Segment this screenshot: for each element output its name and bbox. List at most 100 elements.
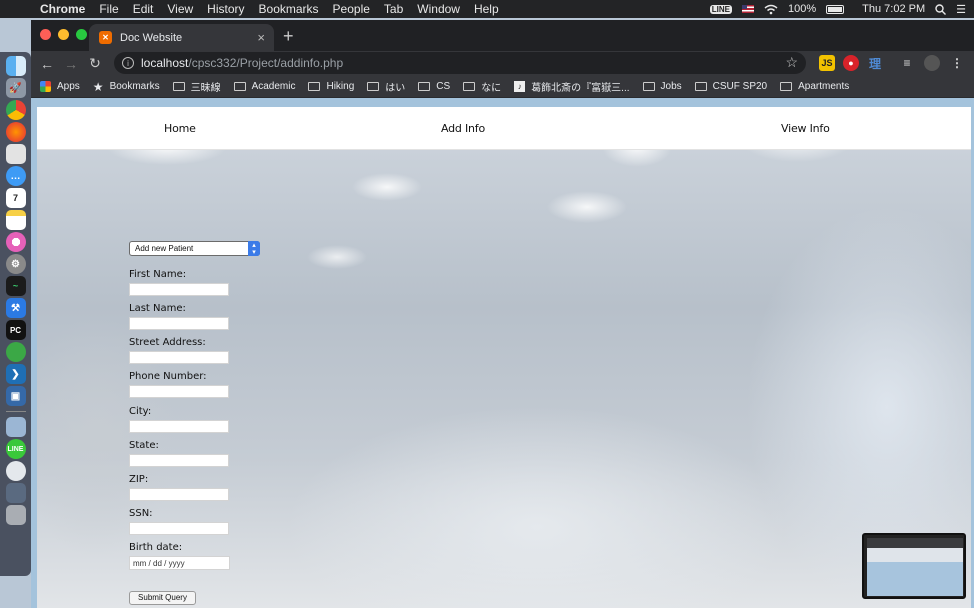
menu-window[interactable]: Window bbox=[417, 2, 460, 16]
preview-icon[interactable] bbox=[5, 417, 26, 437]
phone-number-input[interactable] bbox=[129, 385, 229, 398]
clock[interactable]: Thu 7:02 PM bbox=[862, 3, 925, 15]
menu-help[interactable]: Help bbox=[474, 2, 499, 16]
bookmark-folder[interactable]: CS bbox=[418, 81, 450, 92]
folder-icon bbox=[172, 82, 185, 91]
minimize-window-button[interactable] bbox=[58, 29, 69, 40]
street-address-label: Street Address: bbox=[129, 337, 206, 348]
new-tab-button[interactable]: + bbox=[283, 26, 294, 47]
bookmark-folder[interactable]: Jobs bbox=[642, 81, 682, 92]
messages-icon[interactable]: … bbox=[5, 166, 26, 186]
menu-view[interactable]: View bbox=[167, 2, 193, 16]
battery-percent[interactable]: 100% bbox=[788, 3, 816, 15]
bookmark-apps[interactable]: Apps bbox=[40, 81, 80, 92]
chrome-icon[interactable] bbox=[5, 100, 26, 120]
line-icon[interactable]: LINE bbox=[709, 4, 732, 14]
close-window-button[interactable] bbox=[40, 29, 51, 40]
vscode-icon[interactable]: ❯ bbox=[5, 364, 26, 384]
system-preferences-icon[interactable]: ⚙ bbox=[5, 254, 26, 274]
wifi-icon[interactable] bbox=[764, 4, 778, 15]
activity-monitor-icon[interactable]: ~ bbox=[5, 276, 26, 296]
bookmark-label: Apps bbox=[57, 81, 80, 92]
bookmark-folder[interactable]: はい bbox=[367, 79, 405, 94]
apps-icon bbox=[40, 81, 51, 92]
birth-date-placeholder: mm / dd / yyyy bbox=[133, 558, 185, 568]
profile-avatar[interactable] bbox=[924, 55, 940, 71]
street-address-input[interactable] bbox=[129, 351, 229, 364]
record-type-select[interactable]: Add new Patient ▴ ▾ bbox=[129, 241, 260, 256]
menu-file[interactable]: File bbox=[99, 2, 118, 16]
bookmark-folder[interactable]: なに bbox=[463, 79, 501, 94]
finder-icon[interactable] bbox=[5, 56, 26, 76]
flag-icon[interactable] bbox=[742, 5, 754, 13]
last-name-label: Last Name: bbox=[129, 303, 186, 314]
state-input[interactable] bbox=[129, 454, 229, 467]
menu-tab[interactable]: Tab bbox=[384, 2, 403, 16]
pycharm-icon[interactable]: PC bbox=[5, 320, 26, 340]
menu-edit[interactable]: Edit bbox=[133, 2, 154, 16]
bookmark-folder[interactable]: Apartments bbox=[780, 81, 849, 92]
ssn-input[interactable] bbox=[129, 522, 229, 535]
forward-button[interactable]: → bbox=[59, 56, 83, 72]
birth-date-input[interactable]: mm / dd / yyyy bbox=[129, 556, 230, 570]
bookmark-folder[interactable]: Academic bbox=[233, 81, 295, 92]
photo-app-icon[interactable] bbox=[5, 144, 26, 164]
bookmark-bookmarks[interactable]: ★ Bookmarks bbox=[93, 80, 160, 94]
folder-icon bbox=[233, 82, 246, 91]
first-name-input[interactable] bbox=[129, 283, 229, 296]
trash-icon[interactable] bbox=[5, 505, 26, 525]
zip-input[interactable] bbox=[129, 488, 229, 501]
nav-view-info-link[interactable]: View Info bbox=[781, 122, 830, 135]
xcode-icon[interactable]: ⚒ bbox=[5, 298, 26, 318]
battery-icon[interactable] bbox=[826, 4, 845, 14]
chrome-menu-icon[interactable]: ⋮ bbox=[949, 55, 965, 71]
nav-home-link[interactable]: Home bbox=[164, 122, 196, 135]
bookmark-page[interactable]: ♪ 葛飾北斎の『富嶽三... bbox=[514, 79, 630, 94]
bookmark-label: Hiking bbox=[326, 81, 355, 92]
maximize-window-button[interactable] bbox=[76, 29, 87, 40]
notes-icon[interactable] bbox=[5, 210, 26, 230]
extension-rikaikun-icon[interactable]: 理 bbox=[867, 55, 883, 71]
address-bar[interactable]: i localhost/cpsc332/Project/addinfo.php … bbox=[114, 52, 806, 74]
bookmark-folder[interactable]: 三昧線 bbox=[172, 79, 221, 94]
virtualbox-icon[interactable]: ▣ bbox=[5, 386, 26, 406]
browser-tab-active[interactable]: ✕ Doc Website × bbox=[89, 24, 274, 51]
menu-people[interactable]: People bbox=[333, 2, 370, 16]
star-icon: ★ bbox=[92, 79, 104, 94]
screenshot-thumbnail[interactable] bbox=[862, 533, 966, 599]
menu-history[interactable]: History bbox=[207, 2, 244, 16]
line-app-icon[interactable]: LINE bbox=[5, 439, 26, 459]
launchpad-icon[interactable]: 🚀 bbox=[5, 78, 26, 98]
media-controls-icon[interactable]: ≡ bbox=[899, 55, 915, 71]
site-nav-bar: Home Add Info View Info bbox=[37, 107, 971, 150]
notification-center-icon[interactable]: ☰ bbox=[956, 3, 966, 16]
bookmark-folder[interactable]: Hiking bbox=[308, 81, 354, 92]
dock-separator bbox=[5, 411, 26, 412]
site-info-icon[interactable]: i bbox=[122, 57, 134, 69]
nav-add-info-link[interactable]: Add Info bbox=[441, 122, 485, 135]
documents-icon[interactable] bbox=[5, 483, 26, 503]
menu-bookmarks[interactable]: Bookmarks bbox=[259, 2, 319, 16]
submit-query-button[interactable]: Submit Query bbox=[129, 591, 196, 605]
spotlight-search-icon[interactable] bbox=[935, 3, 947, 15]
thumbnail-toolbar bbox=[867, 538, 963, 548]
close-tab-icon[interactable]: × bbox=[257, 30, 265, 45]
bookmark-folder[interactable]: CSUF SP20 bbox=[694, 81, 767, 92]
network-icon[interactable] bbox=[5, 342, 26, 362]
reload-button[interactable]: ↻ bbox=[83, 55, 107, 72]
folder-icon bbox=[308, 82, 321, 91]
xampp-favicon-icon: ✕ bbox=[99, 31, 112, 44]
city-input[interactable] bbox=[129, 420, 229, 433]
menu-app-name[interactable]: Chrome bbox=[40, 2, 85, 16]
zip-label: ZIP: bbox=[129, 474, 149, 485]
extension-tampermonkey-icon[interactable]: JS bbox=[819, 55, 835, 71]
page-icon: ♪ bbox=[514, 81, 526, 92]
firefox-icon[interactable] bbox=[5, 122, 26, 142]
bookmark-star-icon[interactable]: ☆ bbox=[785, 54, 798, 71]
extension-adblock-icon[interactable]: ● bbox=[843, 55, 859, 71]
itunes-icon[interactable] bbox=[5, 232, 26, 252]
last-name-input[interactable] bbox=[129, 317, 229, 330]
calendar-icon[interactable]: 7 bbox=[5, 188, 26, 208]
safari-icon[interactable] bbox=[5, 461, 26, 481]
back-button[interactable]: ← bbox=[35, 56, 59, 72]
